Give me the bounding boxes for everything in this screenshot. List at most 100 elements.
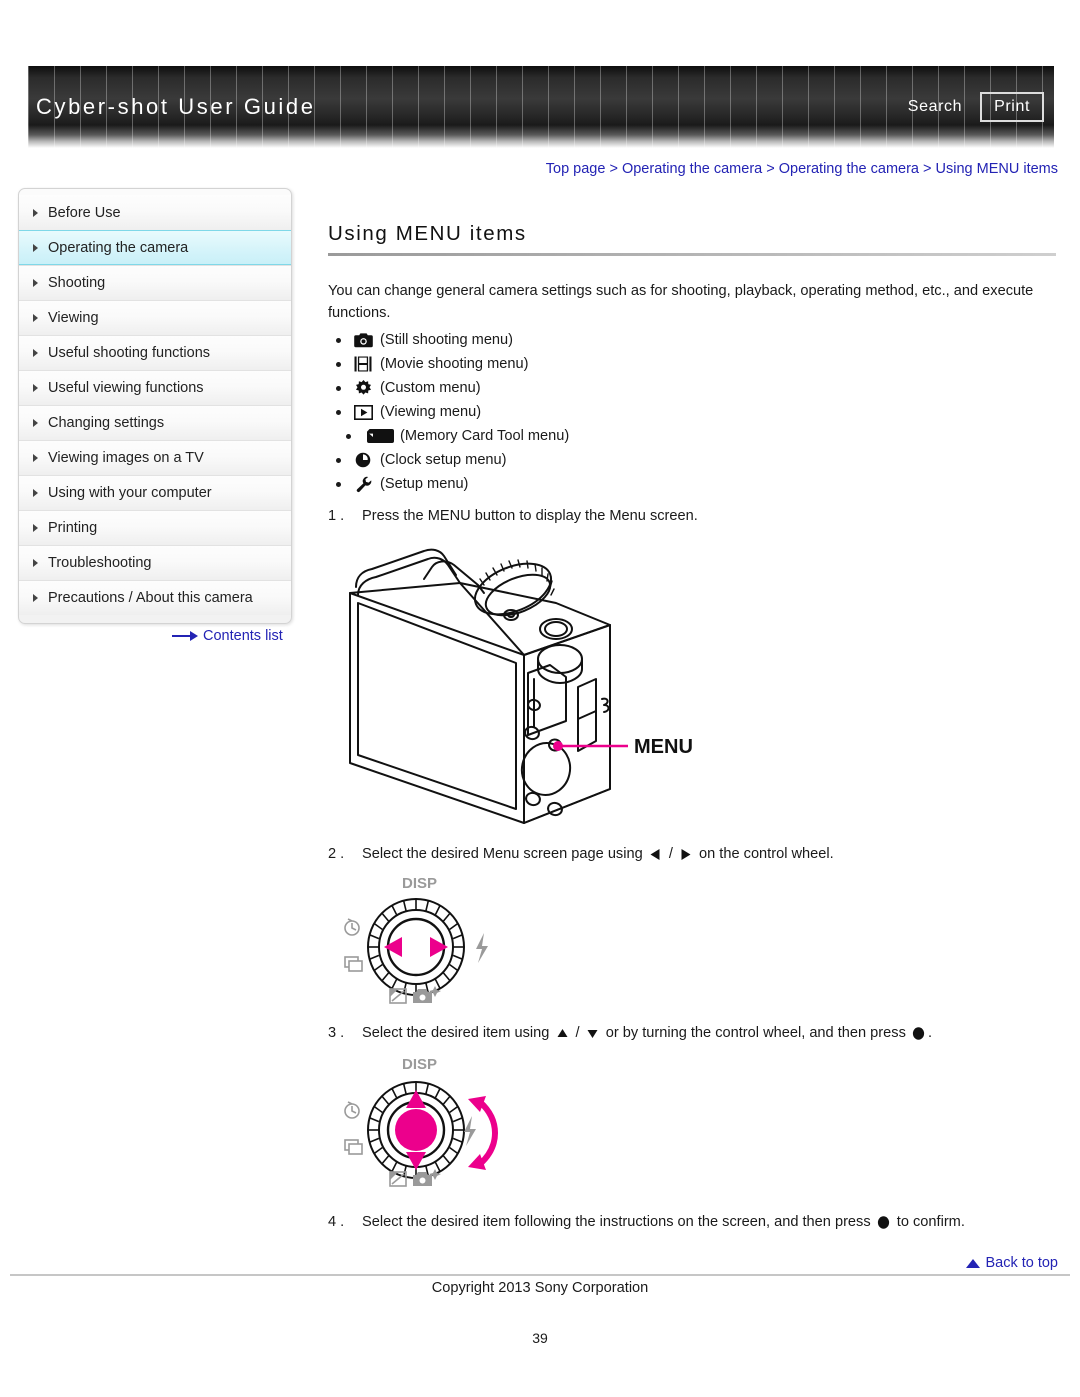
list-item-label: (Memory Card Tool menu) bbox=[400, 428, 570, 444]
wheel-center-highlight bbox=[395, 1109, 437, 1151]
sidebar-item-label: Shooting bbox=[48, 275, 106, 291]
center-button-icon bbox=[910, 1025, 928, 1041]
wrench-icon bbox=[351, 474, 375, 494]
step-number: 1 . bbox=[328, 508, 345, 524]
footer-divider bbox=[10, 1274, 1070, 1276]
sidebar-item-printing[interactable]: Printing bbox=[19, 510, 291, 545]
still-camera-icon bbox=[351, 330, 375, 350]
breadcrumb-item-using-menu-items[interactable]: Using MENU items bbox=[936, 161, 1058, 177]
step-text-mid: / bbox=[575, 1025, 580, 1041]
page-title: Using MENU items bbox=[328, 222, 527, 245]
arrow-up-icon bbox=[553, 1025, 571, 1041]
sidebar-item-before-use[interactable]: Before Use bbox=[19, 195, 291, 230]
bullet-icon bbox=[336, 385, 341, 391]
center-button-icon bbox=[875, 1214, 893, 1230]
bullet-icon bbox=[336, 361, 341, 367]
chevron-right-icon bbox=[33, 279, 38, 287]
page-number: 39 bbox=[532, 1330, 548, 1346]
sidebar-item-precautions-about-this-camera[interactable]: Precautions / About this camera bbox=[19, 580, 291, 615]
gear-icon bbox=[351, 378, 375, 398]
copyright-text: Copyright 2013 Sony Corporation bbox=[431, 1280, 649, 1296]
list-item-label: (Clock setup menu) bbox=[380, 452, 507, 468]
breadcrumb-item-operating-the-camera[interactable]: Operating the camera bbox=[622, 161, 762, 177]
chevron-right-icon bbox=[33, 314, 38, 322]
sidebar-item-label: Operating the camera bbox=[48, 239, 189, 256]
list-item-label: (Still shooting menu) bbox=[380, 332, 514, 348]
burst-drive-icon bbox=[344, 1139, 363, 1155]
arrow-down-icon bbox=[584, 1025, 602, 1041]
chevron-right-icon bbox=[33, 419, 38, 427]
step-text-before: Select the desired item using bbox=[362, 1025, 550, 1041]
menu-callout-label: MENU bbox=[634, 736, 693, 758]
step-3: 3 . Select the desired item using / or b… bbox=[328, 1022, 1056, 1044]
bullet-icon bbox=[336, 409, 341, 415]
sidebar-item-viewing-images-on-a-tv[interactable]: Viewing images on a TV bbox=[19, 440, 291, 475]
chevron-right-icon bbox=[33, 384, 38, 392]
step-text: Press the MENU button to display the Men… bbox=[362, 508, 698, 524]
self-timer-icon bbox=[344, 1101, 360, 1119]
step-2: 2 . Select the desired Menu screen page … bbox=[328, 843, 1056, 865]
back-to-top-link[interactable]: Back to top bbox=[966, 1255, 1058, 1271]
burst-drive-icon bbox=[344, 956, 363, 972]
list-item: (Memory Card Tool menu) bbox=[336, 424, 1056, 448]
breadcrumb-item-operating-the-camera-2[interactable]: Operating the camera bbox=[779, 161, 919, 177]
bullet-icon bbox=[336, 457, 341, 463]
step-text-after: to confirm. bbox=[896, 1214, 965, 1230]
sidebar-item-shooting[interactable]: Shooting bbox=[19, 265, 291, 300]
bullet-icon-wrap bbox=[336, 426, 360, 446]
list-item: (Still shooting menu) bbox=[336, 328, 1056, 352]
chevron-right-icon bbox=[33, 489, 38, 497]
list-item: (Clock setup menu) bbox=[336, 448, 1056, 472]
list-item-label: (Custom menu) bbox=[380, 380, 481, 396]
chevron-right-icon bbox=[33, 349, 38, 357]
sidebar-item-label: Precautions / About this camera bbox=[48, 590, 253, 606]
sidebar-item-useful-shooting-functions[interactable]: Useful shooting functions bbox=[19, 335, 291, 370]
sidebar-item-troubleshooting[interactable]: Troubleshooting bbox=[19, 545, 291, 580]
sidebar-item-using-with-your-computer[interactable]: Using with your computer bbox=[19, 475, 291, 510]
back-to-top-label: Back to top bbox=[985, 1255, 1058, 1271]
sidebar-item-label: Using with your computer bbox=[48, 485, 212, 501]
step-text-before: Select the desired Menu screen page usin… bbox=[362, 846, 643, 862]
contents-list-link[interactable]: Contents list bbox=[172, 628, 283, 644]
bullet-icon bbox=[336, 481, 341, 487]
sidebar-item-label: Before Use bbox=[48, 204, 121, 221]
step-4: 4 . Select the desired item following th… bbox=[328, 1211, 1056, 1233]
breadcrumb-item-top-page[interactable]: Top page bbox=[546, 161, 606, 177]
sidebar-item-operating-the-camera[interactable]: Operating the camera bbox=[19, 230, 291, 265]
intro-paragraph: You can change general camera settings s… bbox=[328, 283, 1034, 321]
breadcrumb-separator: > bbox=[609, 161, 618, 177]
step-text-mid: / bbox=[668, 846, 673, 862]
list-item-label: (Viewing menu) bbox=[380, 404, 482, 420]
sidebar-item-label: Troubleshooting bbox=[48, 555, 152, 571]
contents-list-label: Contents list bbox=[203, 628, 283, 644]
sidebar-item-changing-settings[interactable]: Changing settings bbox=[19, 405, 291, 440]
step-number: 4 . bbox=[328, 1214, 345, 1230]
breadcrumb-separator: > bbox=[766, 161, 775, 177]
chevron-right-icon bbox=[33, 243, 38, 252]
list-item: (Custom menu) bbox=[336, 376, 1056, 400]
step-number: 3 . bbox=[328, 1025, 345, 1041]
sidebar-item-label: Useful viewing functions bbox=[48, 380, 204, 396]
arrow-left-icon bbox=[647, 846, 665, 862]
triangle-up-icon bbox=[966, 1258, 981, 1268]
breadcrumb-separator: > bbox=[923, 161, 932, 177]
search-button[interactable]: Search bbox=[904, 95, 966, 119]
step-text-before: Select the desired item following the in… bbox=[362, 1214, 871, 1230]
menu-icon-list: (Still shooting menu) (Movie shooting me… bbox=[328, 328, 1056, 496]
flash-icon bbox=[476, 933, 488, 963]
sidebar-item-viewing[interactable]: Viewing bbox=[19, 300, 291, 335]
control-wheel-figure-lr: DISP bbox=[328, 871, 1056, 1016]
list-item-label: (Movie shooting menu) bbox=[380, 356, 529, 372]
chevron-right-icon bbox=[33, 559, 38, 567]
print-button[interactable]: Print bbox=[980, 92, 1044, 122]
breadcrumb: Top page > Operating the camera > Operat… bbox=[546, 161, 1058, 177]
disp-label: DISP bbox=[402, 875, 437, 892]
bullet-icon bbox=[336, 337, 341, 343]
sidebar-item-useful-viewing-functions[interactable]: Useful viewing functions bbox=[19, 370, 291, 405]
sidebar-nav: Before Use Operating the camera Shooting… bbox=[18, 188, 292, 624]
memory-card-icon bbox=[365, 426, 395, 446]
disp-label: DISP bbox=[402, 1056, 437, 1073]
title-divider bbox=[328, 253, 1056, 256]
chevron-right-icon bbox=[33, 524, 38, 532]
chevron-right-icon bbox=[33, 594, 38, 602]
